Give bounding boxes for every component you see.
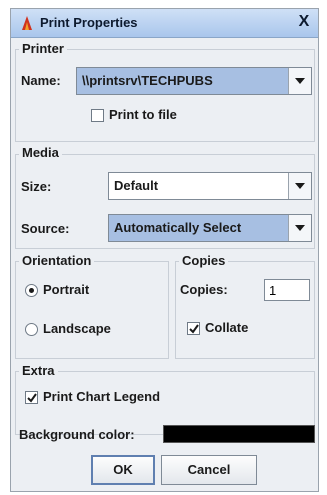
background-color-label: Background color: <box>19 427 135 442</box>
collate-label: Collate <box>205 320 249 335</box>
print-chart-legend-checkbox[interactable] <box>25 391 38 404</box>
portrait-radio[interactable] <box>25 284 38 297</box>
orientation-group-label: Orientation <box>19 254 95 268</box>
chevron-down-icon <box>295 225 305 231</box>
printer-name-dropdown[interactable]: \\printsrv\TECHPUBS <box>76 67 312 95</box>
checkmark-icon <box>27 393 37 403</box>
orientation-group <box>15 261 169 359</box>
print-to-file-checkbox[interactable] <box>91 109 104 122</box>
printer-group-label: Printer <box>19 42 67 56</box>
print-chart-legend-label: Print Chart Legend <box>43 389 161 404</box>
close-icon[interactable]: X <box>296 14 312 30</box>
printer-name-label: Name: <box>21 73 61 88</box>
background-color-swatch[interactable] <box>163 425 315 443</box>
copies-input[interactable] <box>265 280 309 300</box>
media-group-label: Media <box>19 146 62 160</box>
title-bar: Print Properties X <box>11 9 318 38</box>
source-dropdown[interactable]: Automatically Select <box>108 214 312 242</box>
window-title: Print Properties <box>40 15 138 30</box>
landscape-radio[interactable] <box>25 323 38 336</box>
printer-group <box>15 49 315 142</box>
checkmark-icon <box>189 324 199 334</box>
size-dropdown-button[interactable] <box>288 173 311 199</box>
radio-selected-dot <box>29 288 34 293</box>
printer-name-dropdown-button[interactable] <box>288 68 311 94</box>
source-dropdown-button[interactable] <box>288 215 311 241</box>
collate-checkbox[interactable] <box>187 322 200 335</box>
landscape-label: Landscape <box>43 321 111 336</box>
portrait-label: Portrait <box>43 282 90 297</box>
cancel-button[interactable]: Cancel <box>161 455 257 485</box>
copies-label: Copies: <box>180 282 228 297</box>
copies-group-label: Copies <box>179 254 229 268</box>
size-label: Size: <box>21 179 52 194</box>
extra-group-label: Extra <box>19 364 58 378</box>
chevron-down-icon <box>295 183 305 189</box>
copies-group <box>175 261 315 359</box>
chevron-down-icon <box>295 78 305 84</box>
source-label: Source: <box>21 221 70 236</box>
size-value: Default <box>114 178 159 193</box>
size-dropdown[interactable]: Default <box>108 172 312 200</box>
printer-name-value: \\printsrv\TECHPUBS <box>82 73 213 88</box>
print-properties-dialog: Print Properties X Printer Name: \\print… <box>10 8 319 492</box>
print-to-file-label: Print to file <box>109 107 177 122</box>
source-value: Automatically Select <box>114 220 242 235</box>
copies-field[interactable] <box>264 279 310 301</box>
ok-button[interactable]: OK <box>91 455 155 485</box>
app-icon <box>18 14 36 32</box>
